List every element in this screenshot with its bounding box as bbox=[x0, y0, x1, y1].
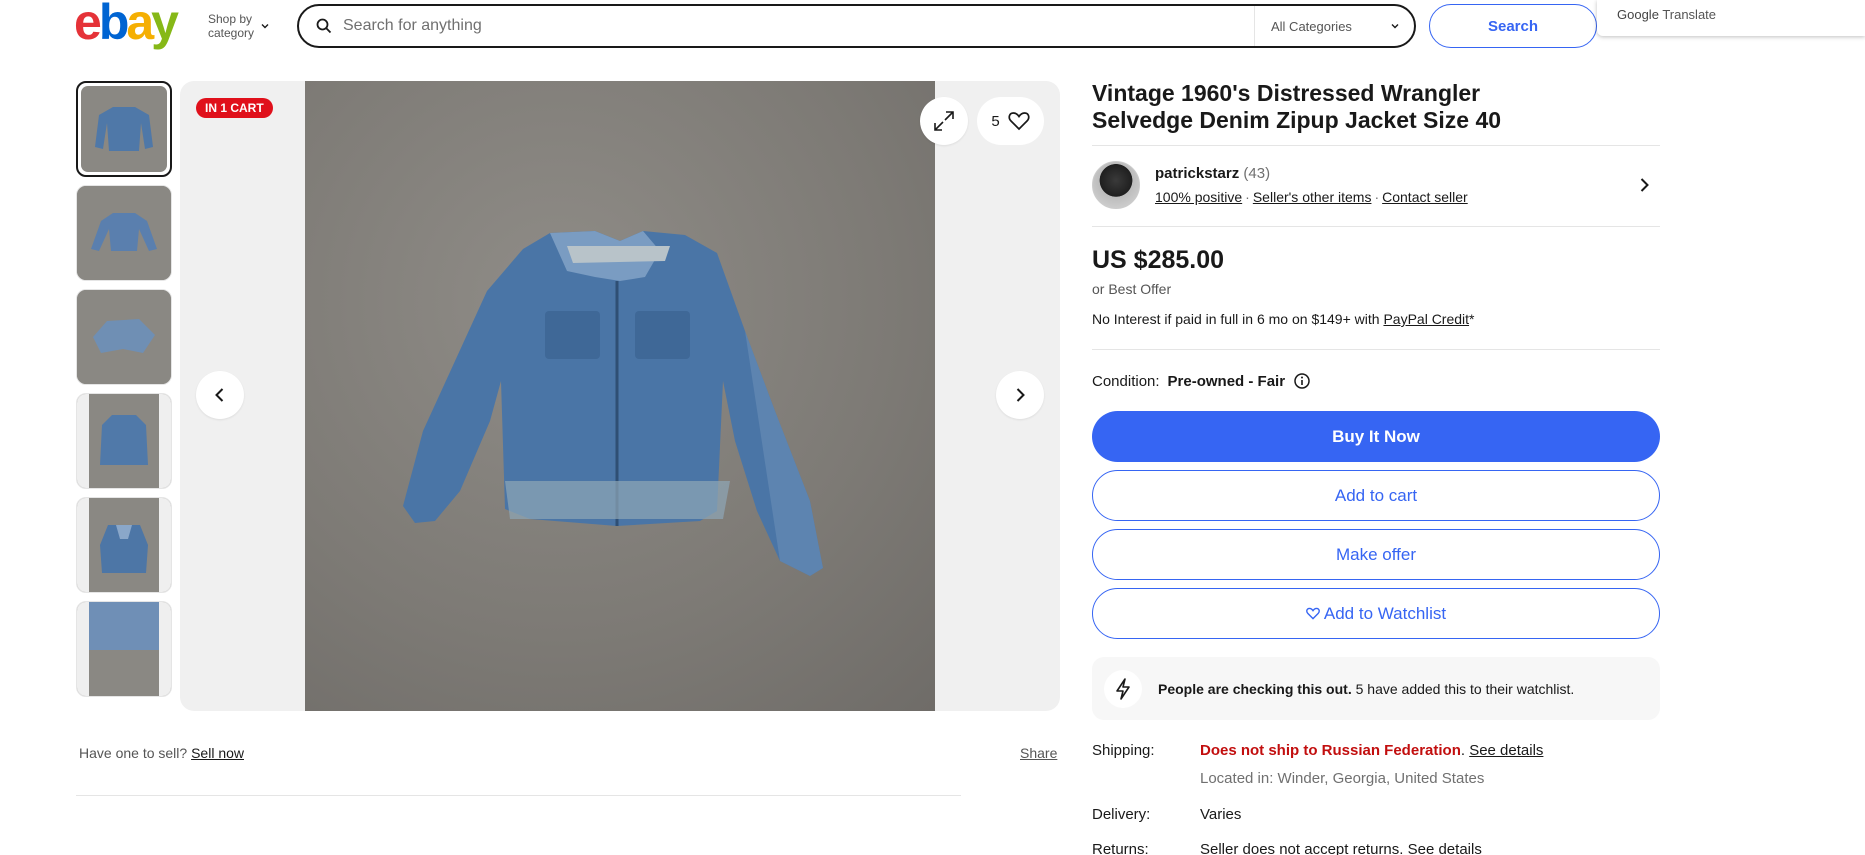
delivery-label: Delivery: bbox=[1092, 806, 1151, 823]
credit-text: No Interest if paid in full in 6 mo on $… bbox=[1092, 311, 1384, 327]
main-product-image[interactable] bbox=[305, 81, 935, 711]
shipping-value: Does not ship to Russian Federation. See… bbox=[1200, 742, 1543, 759]
category-select-label: All Categories bbox=[1271, 18, 1352, 34]
sell-now-link[interactable]: Sell now bbox=[191, 745, 244, 761]
condition-value: Pre-owned - Fair bbox=[1167, 372, 1286, 390]
watchers-notice-bold: People are checking this out. bbox=[1158, 680, 1352, 697]
expand-button[interactable] bbox=[920, 97, 968, 145]
item-location: Located in: Winder, Georgia, United Stat… bbox=[1200, 770, 1485, 787]
ebay-logo[interactable]: ebay bbox=[74, 0, 179, 50]
seller-links: 100% positive · Seller's other items · Conta… bbox=[1155, 189, 1468, 205]
jacket-image bbox=[403, 231, 823, 576]
in-cart-badge: IN 1 CART bbox=[196, 98, 273, 118]
share-link[interactable]: Share bbox=[1020, 745, 1057, 761]
divider bbox=[1092, 226, 1660, 227]
contact-seller-link[interactable]: Contact seller bbox=[1382, 189, 1468, 205]
condition-label: Condition: bbox=[1092, 372, 1160, 390]
item-title: Vintage 1960's Distressed Wrangler Selve… bbox=[1092, 80, 1502, 133]
expand-icon bbox=[934, 111, 954, 131]
shipping-label: Shipping: bbox=[1092, 742, 1155, 759]
best-offer-label: or Best Offer bbox=[1092, 281, 1172, 297]
add-to-watchlist-label: Add to Watchlist bbox=[1323, 603, 1447, 623]
jacket-thumbnail-icon bbox=[100, 415, 148, 465]
jacket-thumbnail-icon bbox=[93, 319, 155, 353]
watch-count: 5 bbox=[991, 112, 1000, 130]
seller-positive-link[interactable]: 100% positive bbox=[1155, 189, 1242, 205]
chevron-right-icon bbox=[1016, 388, 1025, 402]
logo-letter: b bbox=[98, 0, 129, 50]
seller-other-items-link[interactable]: Seller's other items bbox=[1253, 189, 1372, 205]
chevron-left-icon bbox=[215, 388, 224, 402]
make-offer-button[interactable]: Make offer bbox=[1092, 529, 1660, 580]
thumbnail-5[interactable] bbox=[76, 497, 172, 593]
chevron-down-icon bbox=[1391, 24, 1399, 29]
seller-avatar[interactable] bbox=[1092, 161, 1140, 209]
logo-letter: y bbox=[151, 0, 179, 50]
paypal-credit-note: No Interest if paid in full in 6 mo on $… bbox=[1092, 311, 1475, 327]
item-price: US $285.00 bbox=[1092, 246, 1225, 274]
watchers-notice: People are checking this out. 5 have add… bbox=[1092, 657, 1660, 720]
chevron-down-icon bbox=[261, 24, 269, 29]
lightning-icon bbox=[1116, 677, 1130, 700]
thumbnail-6[interactable] bbox=[76, 601, 172, 697]
heart-icon bbox=[1008, 112, 1030, 131]
divider bbox=[76, 795, 961, 796]
google-translate-label: Translate bbox=[1662, 7, 1717, 22]
seller-info: patrickstarz (43) bbox=[1155, 165, 1270, 182]
search-icon bbox=[316, 18, 332, 34]
jacket-thumbnail-icon bbox=[91, 213, 157, 251]
info-icon[interactable] bbox=[1293, 372, 1311, 390]
watch-button[interactable]: 5 bbox=[977, 97, 1044, 145]
jacket-thumbnail-icon bbox=[95, 107, 153, 151]
lightning-icon-wrap bbox=[1104, 669, 1142, 708]
seller-name[interactable]: patrickstarz bbox=[1155, 165, 1239, 182]
separator: · bbox=[1245, 189, 1250, 205]
logo-letter: e bbox=[74, 0, 102, 50]
thumbnail-1[interactable] bbox=[76, 81, 172, 177]
chevron-right-icon bbox=[1640, 178, 1649, 192]
shipping-see-details-link[interactable]: See details bbox=[1469, 742, 1543, 759]
seller-details-button[interactable] bbox=[1635, 176, 1653, 199]
google-translate-logo: Google bbox=[1617, 7, 1659, 22]
returns-label: Returns: bbox=[1092, 841, 1149, 855]
shop-by-category[interactable]: Shop by category bbox=[208, 12, 270, 40]
watchers-notice-text: 5 have added this to their watchlist. bbox=[1351, 680, 1575, 697]
seller-feedback-count: (43) bbox=[1243, 165, 1271, 182]
sell-prompt: Have one to sell? Sell now bbox=[79, 745, 244, 761]
denim-detail-thumbnail bbox=[89, 602, 159, 650]
condition-row: Condition: Pre-owned - Fair bbox=[1092, 372, 1311, 390]
sell-prompt-text: Have one to sell? bbox=[79, 745, 188, 761]
search-input[interactable]: Search for anything bbox=[343, 17, 1254, 35]
period: . bbox=[1460, 742, 1470, 759]
previous-image-button[interactable] bbox=[196, 371, 244, 419]
delivery-value: Varies bbox=[1200, 806, 1242, 823]
logo-letter: a bbox=[126, 0, 154, 50]
search-button[interactable]: Search bbox=[1429, 4, 1597, 48]
jacket-thumbnail-icon bbox=[100, 525, 148, 573]
category-select[interactable]: All Categories bbox=[1254, 6, 1414, 46]
shop-by-label: category bbox=[208, 26, 255, 40]
paypal-credit-link[interactable]: PayPal Credit bbox=[1383, 311, 1469, 327]
thumbnail-3[interactable] bbox=[76, 289, 172, 385]
shipping-warning: Does not ship to Russian Federation bbox=[1200, 742, 1461, 759]
divider bbox=[1092, 349, 1660, 350]
google-translate-widget[interactable]: Google Translate bbox=[1597, 0, 1865, 36]
thumbnail-2[interactable] bbox=[76, 185, 172, 281]
credit-suffix: * bbox=[1469, 311, 1475, 327]
buy-it-now-button[interactable]: Buy It Now bbox=[1092, 411, 1660, 462]
divider bbox=[1092, 145, 1660, 146]
heart-icon bbox=[1306, 607, 1320, 620]
next-image-button[interactable] bbox=[996, 371, 1044, 419]
separator: · bbox=[1374, 189, 1380, 205]
search-bar[interactable]: Search for anything All Categories bbox=[297, 4, 1416, 48]
shop-by-label: Shop by bbox=[208, 12, 253, 26]
thumbnail-4[interactable] bbox=[76, 393, 172, 489]
returns-value: Seller does not accept returns. See deta… bbox=[1200, 841, 1482, 855]
add-to-watchlist-button[interactable]: Add to Watchlist bbox=[1092, 588, 1660, 639]
add-to-cart-button[interactable]: Add to cart bbox=[1092, 470, 1660, 521]
